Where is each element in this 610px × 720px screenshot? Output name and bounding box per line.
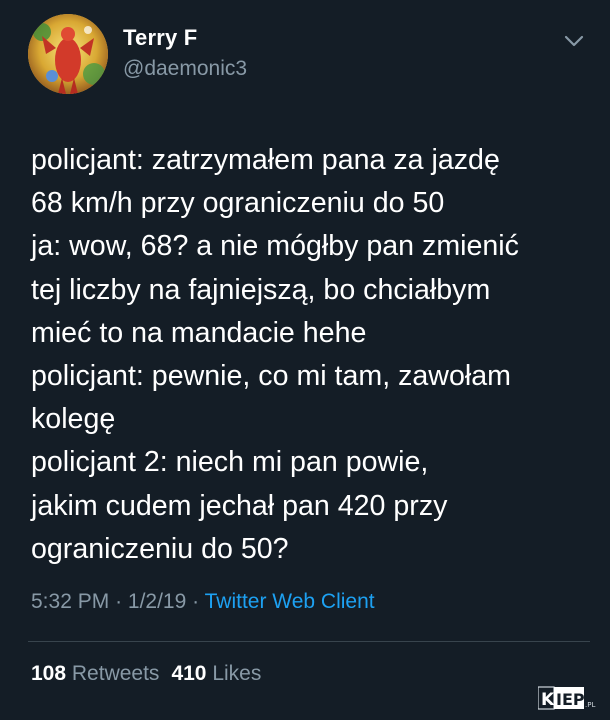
- tweet-date[interactable]: 1/2/19: [128, 590, 186, 613]
- divider: [28, 641, 590, 642]
- tweet-line: tej liczby na fajniejszą, bo chciałbym: [31, 273, 491, 306]
- tweet-meta: 5:32 PM · 1/2/19 · Twitter Web Client: [31, 590, 375, 614]
- likes-count: 410: [171, 662, 207, 685]
- tweet-line: mieć to na mandacie hehe: [31, 316, 367, 349]
- user-handle[interactable]: @daemonic3: [123, 57, 247, 81]
- meta-separator: ·: [192, 590, 200, 613]
- svg-text:K: K: [541, 690, 555, 710]
- svg-text:.PL: .PL: [585, 701, 595, 709]
- tweet-line: policjant 2: niech mi pan powie,: [31, 446, 429, 479]
- tweet-line: kolegę: [31, 403, 116, 436]
- tweet-text: policjant: zatrzymałem pana za jazdę 68 …: [31, 139, 591, 571]
- tweet-line: jakim cudem jechał pan 420 przy: [31, 489, 448, 522]
- display-name[interactable]: Terry F: [123, 25, 197, 51]
- avatar[interactable]: [28, 14, 108, 94]
- tweet-line: ja: wow, 68? a nie mógłby pan zmienić: [31, 230, 519, 263]
- tweet-client-link[interactable]: Twitter Web Client: [205, 590, 375, 613]
- tweet-line: ograniczeniu do 50?: [31, 532, 289, 565]
- tweet-line: policjant: pewnie, co mi tam, zawołam: [31, 360, 511, 393]
- avatar-image: [28, 14, 108, 94]
- tweet-line: 68 km/h przy ograniczeniu do 50: [31, 187, 445, 220]
- tweet-line: policjant: zatrzymałem pana za jazdę: [31, 144, 500, 176]
- retweets-stat[interactable]: 108 Retweets: [31, 662, 159, 685]
- svg-text:IEP: IEP: [556, 690, 585, 709]
- tweet-stats: 108 Retweets 410 Likes: [31, 662, 261, 686]
- likes-label: Likes: [212, 662, 262, 685]
- meta-separator: ·: [115, 590, 123, 613]
- likes-stat[interactable]: 410 Likes: [171, 662, 261, 685]
- tweet-card: Terry F @daemonic3 policjant: zatrzymałe…: [0, 0, 610, 720]
- retweets-count: 108: [31, 662, 67, 685]
- retweets-label: Retweets: [71, 662, 160, 685]
- tweet-time[interactable]: 5:32 PM: [31, 590, 109, 613]
- watermark-logo: K IEP .PL: [538, 686, 595, 710]
- chevron-down-icon[interactable]: [563, 33, 585, 49]
